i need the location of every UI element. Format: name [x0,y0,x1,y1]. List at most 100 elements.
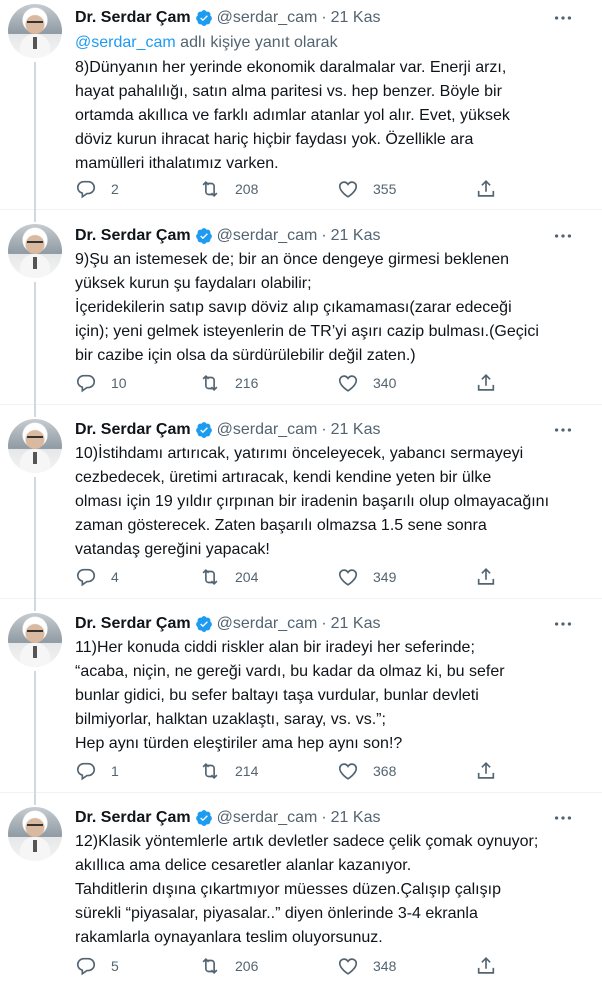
author-name[interactable]: Dr. Serdar Çam [75,227,191,245]
retweet-count: 204 [235,569,259,585]
retweet-button[interactable]: 204 [199,566,258,588]
tweet-date[interactable]: 21 Kas [331,227,381,245]
share-button[interactable] [475,566,497,588]
heart-icon [338,375,358,392]
tweet-actions: 4 204 349 [75,566,505,588]
more-dots-icon[interactable] [552,613,574,635]
heart-icon [338,181,358,198]
retweet-count: 216 [235,375,259,391]
tweet[interactable]: Dr. Serdar Çam @serdar_cam · 21 Kas 10)İ… [0,405,602,599]
avatar[interactable] [8,807,62,861]
tweet-date[interactable]: 21 Kas [331,809,381,827]
separator-dot: · [321,809,327,826]
reply-count: 1 [111,763,119,779]
tweet-thread: Dr. Serdar Çam @serdar_cam · 21 Kas @ser… [0,0,602,986]
reply-count: 2 [111,181,119,197]
avatar[interactable] [8,4,62,58]
tweet[interactable]: Dr. Serdar Çam @serdar_cam · 21 Kas 12)K… [0,793,602,986]
author-handle[interactable]: @serdar_cam [217,9,318,27]
retweet-icon [202,957,218,975]
tweet-text: 12)Klasik yöntemlerle artık devletler sa… [75,833,539,946]
reply-button[interactable]: 1 [75,760,119,782]
verified-badge-icon [195,228,212,244]
tweet-date[interactable]: 21 Kas [331,9,381,27]
thread-line [34,793,36,805]
verified-badge-icon [195,10,212,26]
share-button[interactable] [475,760,497,782]
avatar[interactable] [8,613,62,667]
retweet-icon [202,374,218,392]
tweet-actions: 10 216 340 [75,372,505,394]
author-name[interactable]: Dr. Serdar Çam [75,615,191,633]
author-handle[interactable]: @serdar_cam [217,615,318,633]
tweet[interactable]: Dr. Serdar Çam @serdar_cam · 21 Kas 9)Şu… [0,210,602,405]
separator-dot: · [321,615,327,632]
tweet-actions: 5 206 348 [75,955,505,977]
more-dots-icon[interactable] [552,7,574,29]
like-count: 349 [373,569,397,585]
heart-icon [338,958,358,975]
share-button[interactable] [475,372,497,394]
avatar[interactable] [8,419,62,473]
author-handle[interactable]: @serdar_cam [217,227,318,245]
thread-line [34,671,36,793]
retweet-count: 208 [235,181,259,197]
like-button[interactable]: 348 [337,955,396,977]
more-dots-icon[interactable] [552,225,574,247]
author-name[interactable]: Dr. Serdar Çam [75,9,191,27]
tweet-date[interactable]: 21 Kas [331,421,381,439]
like-button[interactable]: 368 [337,760,396,782]
more-dots-icon[interactable] [552,419,574,441]
author-handle[interactable]: @serdar_cam [217,421,318,439]
tweet-date[interactable]: 21 Kas [331,615,381,633]
like-button[interactable]: 355 [337,178,396,200]
retweet-button[interactable]: 206 [199,955,258,977]
like-count: 368 [373,763,397,779]
tweet-header: Dr. Serdar Çam @serdar_cam · 21 Kas [75,613,380,635]
share-button[interactable] [475,955,497,977]
share-icon [477,762,495,779]
reply-bubble-icon [76,374,96,393]
tweet-text: 10)İstihdamı artırıcak, yatırımı önceley… [75,445,550,558]
like-count: 355 [373,181,397,197]
thread-line [34,405,36,417]
reply-count: 10 [111,375,127,391]
share-icon [477,957,495,974]
reply-button[interactable]: 2 [75,178,119,200]
tweet[interactable]: Dr. Serdar Çam @serdar_cam · 21 Kas @ser… [0,0,602,210]
tweet-actions: 2 208 355 [75,178,505,200]
reply-bubble-icon [76,957,96,976]
like-count: 340 [373,375,397,391]
thread-line [34,477,36,599]
share-icon [477,180,495,197]
tweet-header: Dr. Serdar Çam @serdar_cam · 21 Kas [75,807,380,829]
retweet-button[interactable]: 208 [199,178,258,200]
reply-button[interactable]: 4 [75,566,119,588]
author-name[interactable]: Dr. Serdar Çam [75,809,191,827]
retweet-button[interactable]: 216 [199,372,258,394]
thread-line [34,282,36,405]
more-dots-icon[interactable] [552,807,574,829]
tweet-text: 9)Şu an istemesek de; bir an önce dengey… [75,251,539,364]
retweet-count: 214 [235,763,259,779]
tweet[interactable]: Dr. Serdar Çam @serdar_cam · 21 Kas 11)H… [0,599,602,793]
like-button[interactable]: 340 [337,372,396,394]
avatar[interactable] [8,224,62,278]
author-handle[interactable]: @serdar_cam [217,809,318,827]
share-button[interactable] [475,178,497,200]
tweet-text: 8)Dünyanın her yerinde ekonomik daralmal… [75,59,510,172]
author-name[interactable]: Dr. Serdar Çam [75,421,191,439]
reply-count: 4 [111,569,119,585]
reply-button[interactable]: 5 [75,955,119,977]
verified-badge-icon [195,616,212,632]
reply-context: @serdar_cam adlı kişiye yanıt olarak [75,34,338,52]
retweet-count: 206 [235,958,259,974]
reply-button[interactable]: 10 [75,372,127,394]
reply-to-link[interactable]: @serdar_cam [75,34,176,51]
heart-icon [338,569,358,586]
separator-dot: · [321,421,327,438]
reply-bubble-icon [76,762,96,781]
retweet-button[interactable]: 214 [199,760,258,782]
reply-count: 5 [111,958,119,974]
like-button[interactable]: 349 [337,566,396,588]
